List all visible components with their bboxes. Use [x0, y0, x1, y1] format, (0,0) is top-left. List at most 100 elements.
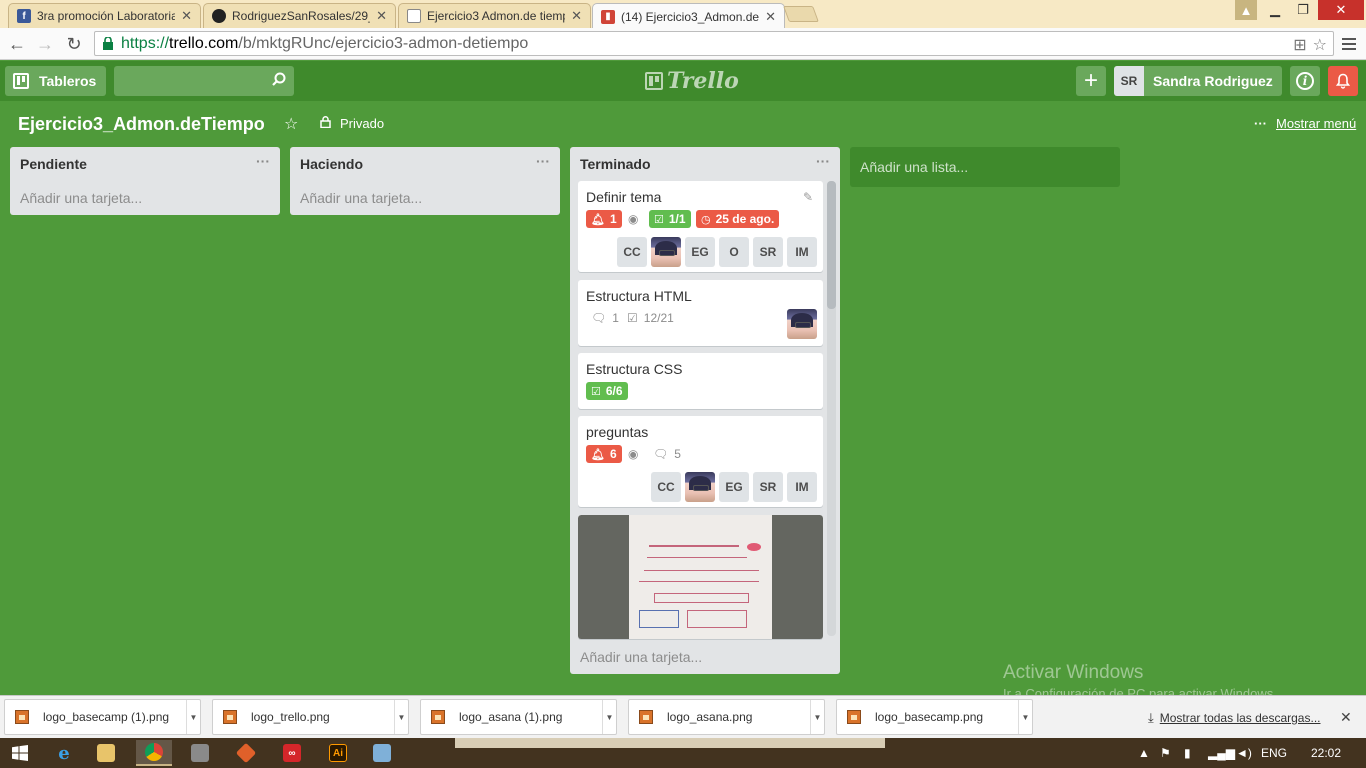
member-menu-button[interactable]: SR Sandra Rodriguez [1114, 66, 1282, 96]
document-icon [407, 9, 421, 23]
browser-tab-document[interactable]: Ejercicio3 Admon.de tiempo ✕ [398, 3, 591, 28]
browser-menu-icon[interactable] [1339, 34, 1359, 54]
card-definir-tema[interactable]: Definir tema ✎ 🔔︎ 1 ◉ ☑ 1/1 ◷ 25 de ago. CC… [578, 181, 823, 272]
avatar[interactable]: CC [617, 237, 647, 267]
card-image-cover[interactable] [578, 515, 823, 639]
eye-icon: ◉ [628, 212, 639, 226]
wifi-icon[interactable]: ▂▄▆ [1208, 746, 1235, 760]
list-terminado: Terminado ··· Definir tema ✎ 🔔︎ 1 ◉ ☑ 1/1 … [570, 147, 840, 674]
list-scrollbar[interactable] [827, 181, 836, 636]
avatar[interactable]: SR [753, 237, 783, 267]
battery-icon[interactable]: ▮ [1184, 746, 1191, 760]
browser-tab-github[interactable]: RodriguezSanRosales/29_ ✕ [203, 3, 396, 28]
chevron-down-icon[interactable]: ▼ [186, 700, 200, 734]
user-profile-icon[interactable]: ▲ [1235, 0, 1257, 20]
notification-badge: 🔔︎ 6 [586, 445, 622, 463]
add-card-button[interactable]: Añadir una tarjeta... [580, 649, 702, 665]
board-title[interactable]: Ejercicio3_Admon.deTiempo [18, 114, 265, 135]
avatar[interactable]: EG [685, 237, 715, 267]
more-icon[interactable]: ··· [536, 153, 550, 169]
forward-arrow-icon[interactable]: → [34, 33, 56, 55]
show-menu-button[interactable]: ··· Mostrar menú [1254, 116, 1356, 131]
info-button[interactable]: i [1290, 66, 1320, 96]
git-icon[interactable] [228, 740, 264, 766]
close-icon[interactable]: ✕ [1340, 709, 1352, 726]
chevron-down-icon[interactable]: ▼ [394, 700, 408, 734]
comment-icon: 🗨︎ [653, 447, 669, 461]
close-icon[interactable]: ✕ [765, 9, 776, 25]
volume-icon[interactable]: ◄) [1236, 746, 1252, 760]
windows-start-icon[interactable] [2, 740, 38, 766]
bookmark-star-icon[interactable]: ☆ [1313, 35, 1327, 55]
avatar[interactable]: O [719, 237, 749, 267]
creative-cloud-icon[interactable]: ∞ [274, 740, 310, 766]
chevron-down-icon[interactable]: ▼ [1018, 700, 1032, 734]
flag-icon[interactable]: ⚑ [1160, 746, 1171, 760]
card-estructura-html[interactable]: Estructura HTML 🗨︎ 1 ☑ 12/21 [578, 280, 823, 346]
lock-icon [320, 116, 331, 131]
download-item[interactable]: logo_asana (1).png ▼ [420, 699, 617, 735]
card-estructura-css[interactable]: Estructura CSS ☑ 6/6 [578, 353, 823, 409]
window-close-icon[interactable]: ✕ [1318, 0, 1364, 20]
add-button[interactable]: + [1076, 66, 1106, 96]
browser-tab-facebook[interactable]: f 3ra promoción Laboratoria ✕ [8, 3, 201, 28]
close-icon[interactable]: ✕ [376, 8, 387, 24]
search-input[interactable] [114, 66, 294, 96]
add-card-button[interactable]: Añadir una tarjeta... [300, 190, 422, 206]
chevron-down-icon[interactable]: ▼ [602, 700, 616, 734]
avatar-photo[interactable] [787, 309, 817, 339]
translate-icon[interactable]: ⊞ [1293, 35, 1306, 55]
pencil-icon[interactable]: ✎ [803, 190, 813, 204]
illustrator-icon[interactable]: Ai [320, 740, 356, 766]
list-title[interactable]: Pendiente [20, 156, 87, 172]
close-icon[interactable]: ✕ [181, 8, 192, 24]
avatar-photo[interactable] [685, 472, 715, 502]
list-title[interactable]: Terminado [580, 156, 651, 172]
more-icon[interactable]: ··· [816, 153, 830, 169]
notes-icon[interactable] [364, 740, 400, 766]
download-item[interactable]: logo_basecamp.png ▼ [836, 699, 1033, 735]
boards-button[interactable]: Tableros [5, 66, 106, 96]
avatar[interactable]: IM [787, 472, 817, 502]
visibility-button[interactable]: Privado [320, 116, 384, 131]
checkbox-icon: ☑ [591, 385, 601, 398]
notifications-button[interactable] [1328, 66, 1358, 96]
more-icon[interactable]: ··· [256, 153, 270, 169]
card-preguntas[interactable]: preguntas 🔔︎ 6 ◉ 🗨︎ 5 CC EG SR IM [578, 416, 823, 507]
show-all-downloads[interactable]: ⤓ Mostrar todas las descargas... [1148, 710, 1320, 726]
file-explorer-icon[interactable] [88, 740, 124, 766]
chevron-down-icon[interactable]: ▼ [810, 700, 824, 734]
minimize-icon[interactable]: ▁ [1262, 0, 1288, 20]
avatar[interactable]: EG [719, 472, 749, 502]
language-indicator[interactable]: ENG [1261, 746, 1287, 760]
avatar-photo[interactable] [651, 237, 681, 267]
list-title[interactable]: Haciendo [300, 156, 363, 172]
back-arrow-icon[interactable]: ← [6, 33, 28, 55]
github-icon [212, 9, 226, 23]
add-card-button[interactable]: Añadir una tarjeta... [20, 190, 142, 206]
new-tab-button[interactable] [783, 6, 819, 22]
notepad-app-icon[interactable] [182, 740, 218, 766]
clock[interactable]: 22:02 [1311, 746, 1341, 760]
internet-explorer-icon[interactable]: e [46, 740, 82, 766]
scrollbar-thumb[interactable] [827, 181, 836, 309]
avatar[interactable]: IM [787, 237, 817, 267]
url-protocol: https:// [121, 34, 170, 52]
address-bar[interactable]: https://trello.com/b/mktgRUnc/ejercicio3… [94, 31, 1334, 56]
avatar[interactable]: CC [651, 472, 681, 502]
chrome-icon[interactable] [136, 740, 172, 766]
restore-icon[interactable]: ❐ [1290, 0, 1316, 20]
close-icon[interactable]: ✕ [571, 8, 582, 24]
download-item[interactable]: logo_trello.png ▼ [212, 699, 409, 735]
avatar[interactable]: SR [753, 472, 783, 502]
board-header: Ejercicio3_Admon.deTiempo ☆ Privado ··· … [0, 101, 1366, 145]
add-list-button[interactable]: Añadir una lista... [850, 147, 1120, 187]
download-item[interactable]: logo_basecamp (1).png ▼ [4, 699, 201, 735]
download-item[interactable]: logo_asana.png ▼ [628, 699, 825, 735]
card-title: preguntas [586, 424, 649, 440]
reload-icon[interactable]: ↻ [63, 33, 85, 55]
trello-logo[interactable]: Trello [645, 68, 739, 94]
browser-tab-trello[interactable]: ▮ (14) Ejercicio3_Admon.deTiempo ✕ [592, 3, 785, 29]
chevron-up-icon[interactable]: ▲ [1138, 746, 1150, 760]
star-icon[interactable]: ☆ [284, 114, 298, 134]
